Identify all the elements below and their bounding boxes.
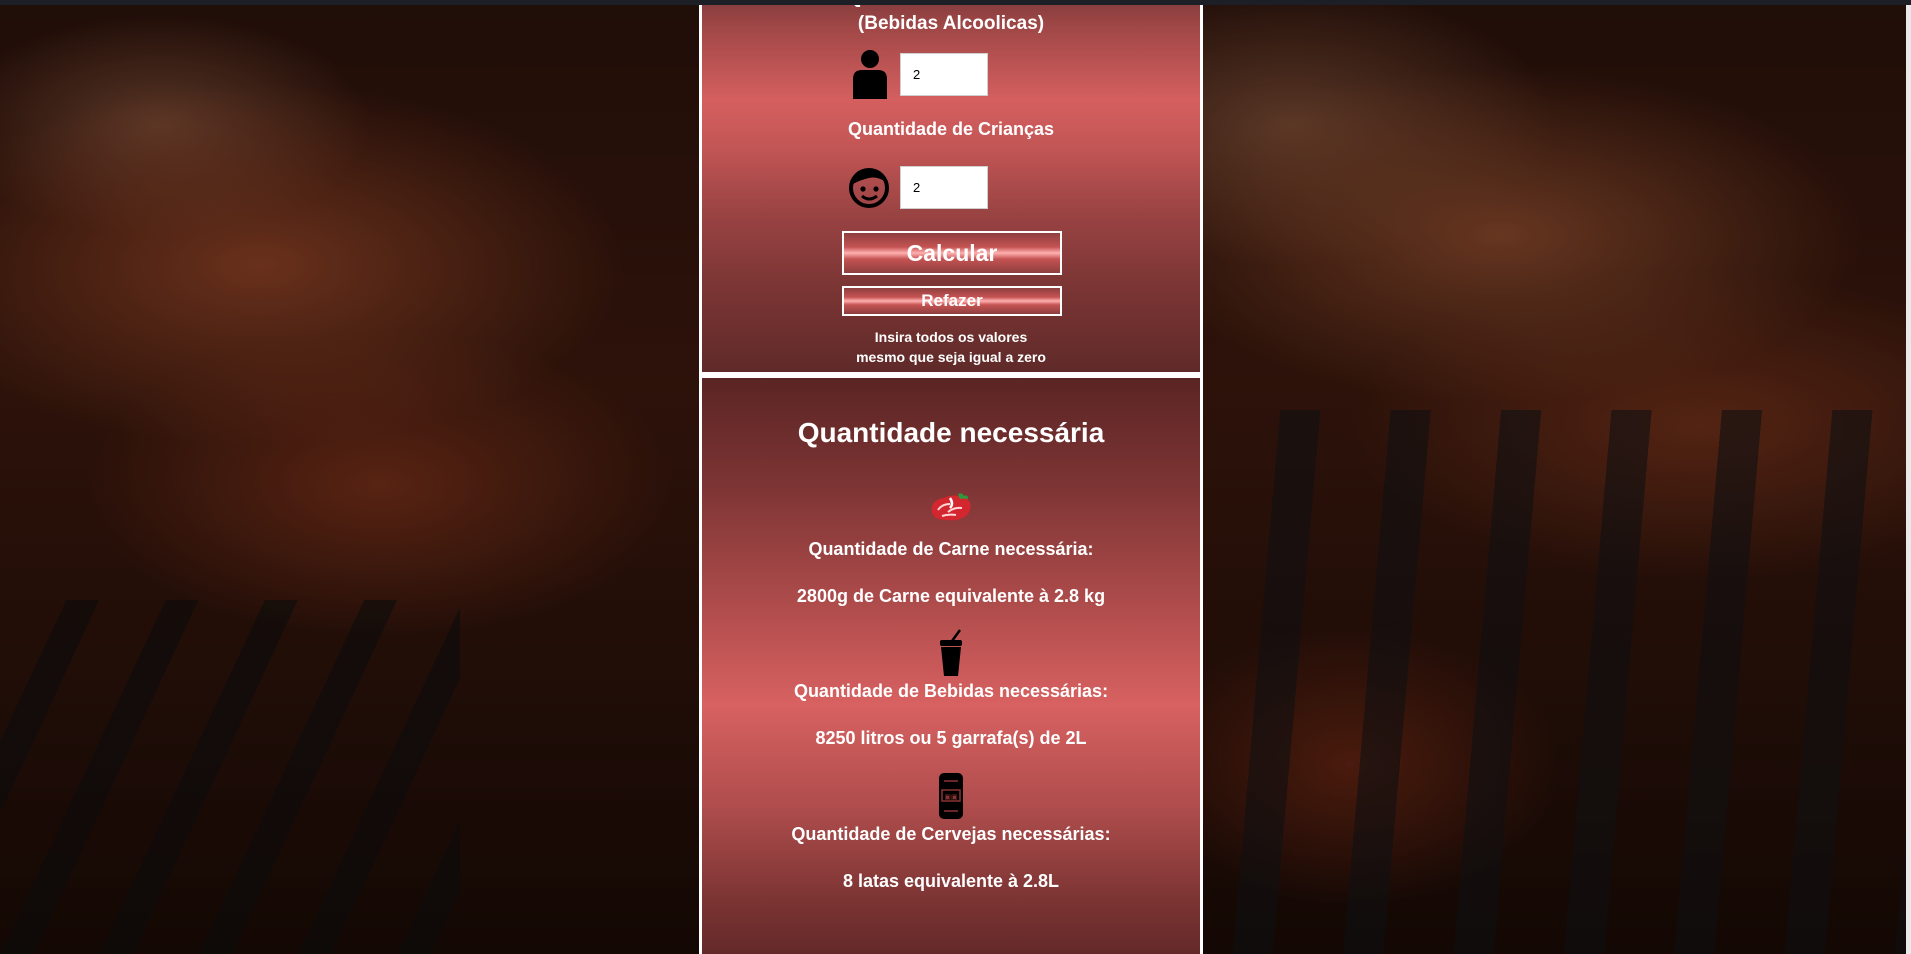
scrollbar[interactable] <box>1906 5 1911 954</box>
calculator-form-panel: Quantidade de Adultos (Bebidas Alcoolica… <box>699 0 1203 375</box>
soda-cup-icon <box>934 629 968 682</box>
hint-text: Insira todos os valores mesmo que seja i… <box>702 327 1200 367</box>
redo-button[interactable]: Refazer <box>842 286 1062 316</box>
meat-value: 2800g de Carne equivalente à 2.8 kg <box>796 586 1106 606</box>
kids-row <box>847 162 1067 212</box>
beer-can-icon: ▣▣ <box>935 771 967 826</box>
svg-text:▣▣: ▣▣ <box>944 793 957 801</box>
kids-input[interactable] <box>900 166 988 209</box>
adults-input[interactable] <box>900 53 988 96</box>
beer-label: Quantidade de Cervejas necessárias: <box>791 824 1111 844</box>
browser-top-strip <box>0 0 1911 5</box>
meat-steak-icon <box>928 490 974 529</box>
calculate-button[interactable]: Calcular <box>842 231 1062 275</box>
drinks-value: 8250 litros ou 5 garrafa(s) de 2L <box>815 728 1087 748</box>
drinks-label: Quantidade de Bebidas necessárias: <box>793 681 1109 701</box>
meat-label: Quantidade de Carne necessária: <box>808 539 1094 559</box>
hint-line-2: mesmo que seja igual a zero <box>856 349 1046 365</box>
results-panel: Quantidade necessária Quantidade de Carn… <box>699 375 1203 954</box>
alcohol-drinks-subtitle: (Bebidas Alcoolicas) <box>857 13 1045 34</box>
kids-label: Quantidade de Crianças <box>847 119 1055 139</box>
adults-row <box>847 49 1067 99</box>
results-title: Quantidade necessária <box>797 417 1105 448</box>
page: Quantidade de Adultos (Bebidas Alcoolica… <box>0 0 1911 954</box>
adult-person-icon <box>847 49 893 99</box>
hint-line-1: Insira todos os valores <box>874 329 1028 345</box>
child-face-icon <box>847 162 893 212</box>
beer-value: 8 latas equivalente à 2.8L <box>842 871 1060 891</box>
